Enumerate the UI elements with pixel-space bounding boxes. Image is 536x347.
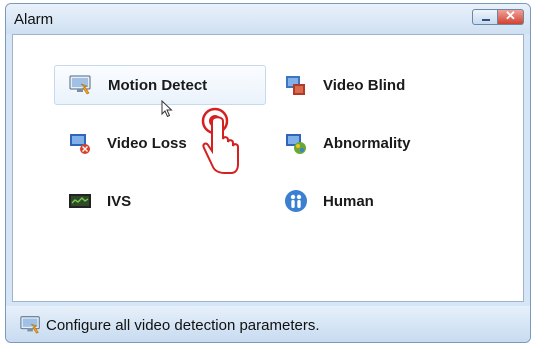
option-label: IVS	[107, 192, 132, 210]
minimize-button[interactable]	[472, 9, 498, 25]
option-label: Video Blind	[323, 76, 406, 94]
option-abnormality[interactable]: Abnormality	[270, 123, 470, 163]
tap-hand-icon	[201, 107, 241, 184]
option-human[interactable]: Human	[270, 181, 470, 221]
abnormality-icon	[284, 131, 308, 155]
status-bar: Configure all video detection parameters…	[6, 306, 530, 342]
video-blind-icon	[284, 73, 308, 97]
motion-detect-icon	[69, 73, 93, 97]
option-ivs[interactable]: IVS	[54, 181, 266, 221]
option-label: Video Loss	[107, 134, 187, 152]
arrow-cursor-icon	[161, 99, 173, 123]
option-label: Human	[323, 192, 374, 210]
status-text: Configure all video detection parameters…	[46, 317, 320, 334]
alarm-options-panel: Motion Detect Video Blind Video Loss Abn…	[12, 34, 524, 302]
option-video-blind[interactable]: Video Blind	[270, 65, 470, 105]
ivs-icon	[68, 189, 92, 213]
title-bar: Alarm ✕	[6, 4, 530, 34]
option-motion-detect[interactable]: Motion Detect	[54, 65, 266, 105]
close-icon: ✕	[505, 8, 516, 23]
human-icon	[284, 189, 308, 213]
option-label: Abnormality	[323, 134, 411, 152]
option-label: Motion Detect	[108, 76, 208, 94]
close-button[interactable]: ✕	[498, 8, 524, 25]
alarm-window: Alarm ✕ Motion Detect Video Blind Video …	[5, 3, 531, 343]
window-controls: ✕	[472, 8, 524, 25]
motion-detect-icon	[20, 314, 42, 336]
window-title: Alarm	[14, 11, 54, 28]
video-loss-icon	[68, 131, 92, 155]
